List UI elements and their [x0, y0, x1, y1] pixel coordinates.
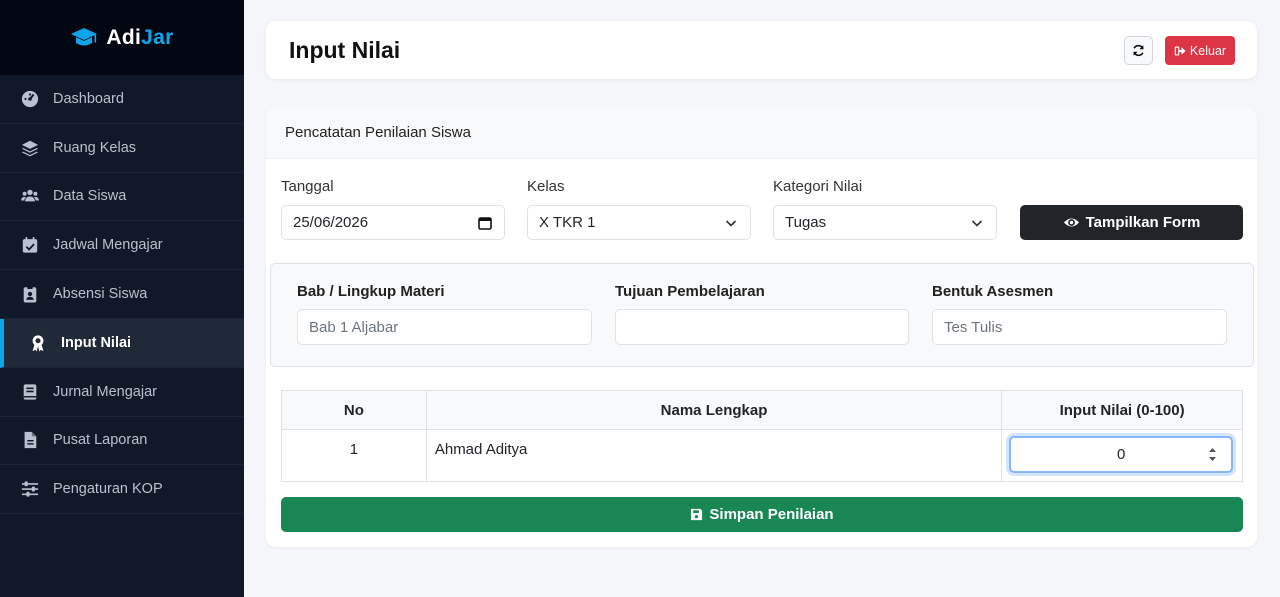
brand-name-primary: Adi	[106, 25, 142, 49]
show-form-button[interactable]: Tampilkan Form	[1020, 205, 1243, 240]
objective-input[interactable]	[615, 309, 909, 345]
page-title: Input Nilai	[289, 37, 401, 63]
assessment-label: Bentuk Asesmen	[932, 283, 1054, 300]
refresh-button[interactable]	[1124, 36, 1153, 65]
logout-button[interactable]: Keluar	[1165, 36, 1235, 65]
sidebar-item-label: Ruang Kelas	[53, 139, 137, 156]
sidebar-item-dashboard[interactable]: Dashboard	[0, 75, 244, 124]
users-icon	[20, 186, 40, 206]
assessment-details: Bab / Lingkup Materi Bab 1 Aljabar Tujua…	[270, 263, 1254, 367]
table-row: 1 Ahmad Aditya 0	[281, 429, 1243, 482]
table-header-row: No Nama Lengkap Input Nilai (0-100)	[281, 390, 1243, 430]
score-value: 0	[1117, 446, 1126, 463]
sliders-icon	[20, 479, 40, 499]
row-number: 1	[281, 429, 427, 482]
sidebar-item-label: Absensi Siswa	[53, 286, 148, 303]
sidebar-item-pengaturan-kop[interactable]: Pengaturan KOP	[0, 465, 244, 515]
sidebar: AdiJar Dashboard Ruang Kelas Data Siswa …	[0, 0, 244, 597]
eye-icon	[1063, 218, 1079, 227]
chapter-value: Bab 1 Aljabar	[309, 318, 399, 336]
sidebar-item-label: Pengaturan KOP	[53, 481, 163, 498]
sidebar-item-label: Jadwal Mengajar	[53, 237, 163, 254]
show-form-label: Tampilkan Form	[1085, 214, 1201, 231]
chapter-label: Bab / Lingkup Materi	[297, 283, 445, 300]
save-icon	[691, 508, 703, 521]
score-input[interactable]: 0	[1009, 436, 1234, 473]
category-value: Tugas	[785, 214, 827, 231]
sidebar-item-absensi-siswa[interactable]: Absensi Siswa	[0, 270, 244, 319]
save-grades-button[interactable]: Simpan Penilaian	[281, 497, 1243, 532]
card-title: Pencatatan Penilaian Siswa	[266, 107, 1257, 159]
assessment-value: Tes Tulis	[944, 318, 1003, 336]
assessment-input[interactable]: Tes Tulis	[932, 309, 1227, 345]
brand-logo[interactable]: AdiJar	[0, 0, 244, 75]
score-cell: 0	[1001, 429, 1243, 482]
sidebar-item-label: Dashboard	[53, 90, 124, 107]
file-icon	[20, 430, 40, 450]
book-icon	[20, 382, 40, 402]
brand-name-accent: Jar	[141, 25, 174, 49]
brand-name: AdiJar	[106, 26, 173, 50]
sidebar-item-label: Data Siswa	[53, 188, 127, 205]
sidebar-item-jurnal-mengajar[interactable]: Jurnal Mengajar	[0, 368, 244, 417]
grades-table: No Nama Lengkap Input Nilai (0-100) 1 Ah…	[281, 390, 1243, 482]
refresh-icon	[1133, 44, 1144, 57]
sidebar-item-label: Jurnal Mengajar	[53, 383, 157, 400]
number-spinner-icon[interactable]	[1208, 446, 1217, 463]
date-value: 25/06/2026	[293, 214, 369, 231]
student-name: Ahmad Aditya	[425, 429, 1003, 482]
sign-out-icon	[1174, 46, 1186, 55]
grade-entry-card: Pencatatan Penilaian Siswa Tanggal 25/06…	[266, 107, 1257, 547]
gauge-icon	[20, 89, 40, 109]
chapter-input[interactable]: Bab 1 Aljabar	[297, 309, 592, 345]
page-header: Input Nilai Keluar	[266, 21, 1257, 79]
sidebar-item-jadwal-mengajar[interactable]: Jadwal Mengajar	[0, 221, 244, 271]
logout-label: Keluar	[1189, 43, 1227, 58]
layers-icon	[20, 138, 40, 158]
category-label: Kategori Nilai	[773, 178, 863, 195]
column-header-no: No	[281, 390, 427, 430]
chevron-down-icon	[971, 220, 983, 227]
class-value: X TKR 1	[539, 214, 596, 231]
category-select[interactable]: Tugas	[773, 205, 997, 240]
sidebar-item-data-siswa[interactable]: Data Siswa	[0, 173, 244, 222]
class-label: Kelas	[527, 178, 565, 195]
graduation-cap-icon	[71, 27, 98, 45]
date-input[interactable]: 25/06/2026	[281, 205, 505, 240]
sidebar-item-input-nilai[interactable]: Input Nilai	[0, 318, 244, 368]
sidebar-item-label: Input Nilai	[61, 334, 132, 351]
sidebar-menu: Dashboard Ruang Kelas Data Siswa Jadwal …	[0, 75, 244, 515]
save-grades-label: Simpan Penilaian	[709, 506, 834, 523]
column-header-score: Input Nilai (0-100)	[1001, 390, 1243, 430]
column-header-name: Nama Lengkap	[425, 390, 1003, 430]
chevron-down-icon	[725, 220, 737, 227]
class-select[interactable]: X TKR 1	[527, 205, 751, 240]
objective-label: Tujuan Pembelajaran	[615, 283, 765, 300]
award-icon	[28, 333, 48, 353]
sidebar-item-ruang-kelas[interactable]: Ruang Kelas	[0, 124, 244, 173]
sidebar-item-pusat-laporan[interactable]: Pusat Laporan	[0, 417, 244, 466]
calendar-icon[interactable]	[478, 216, 492, 230]
calendar-check-icon	[20, 235, 40, 255]
date-label: Tanggal	[281, 178, 334, 195]
clipboard-user-icon	[20, 284, 40, 304]
sidebar-item-label: Pusat Laporan	[53, 432, 148, 449]
